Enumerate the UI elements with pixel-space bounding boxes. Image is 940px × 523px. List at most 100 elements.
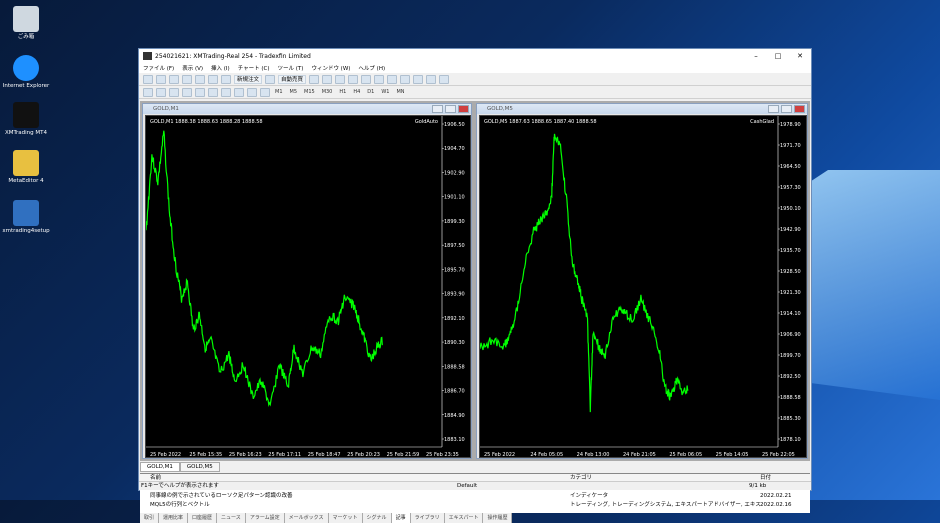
chart-minimize-button[interactable]: [432, 105, 443, 113]
price-tick-label: 1902.90: [444, 170, 465, 176]
terminal-tab-0[interactable]: 取引: [140, 513, 160, 523]
desktop-icon-metaeditor[interactable]: MetaEditor 4: [2, 150, 50, 185]
menu-help[interactable]: ヘルプ (H): [358, 64, 385, 72]
tf-mn[interactable]: MN: [394, 89, 406, 95]
menu-insert[interactable]: 挿入 (I): [211, 64, 230, 72]
zoom-out-icon[interactable]: [361, 74, 372, 84]
crosshair-icon[interactable]: [156, 87, 166, 97]
chart-tab-m5[interactable]: GOLD,M5: [179, 462, 220, 472]
price-chart-m5[interactable]: GOLD,M5 1887.63 1888.65 1887.40 1888.58 C…: [479, 115, 807, 458]
market-watch-icon[interactable]: [169, 74, 179, 84]
price-tick-label: 1899.70: [780, 353, 801, 359]
chart-close-button[interactable]: [458, 105, 469, 113]
tf-w1[interactable]: W1: [379, 89, 391, 95]
cursor-icon[interactable]: [143, 87, 153, 97]
terminal-tab-5[interactable]: メールボックス: [285, 513, 329, 523]
terminal-tab-7[interactable]: シグナル: [363, 513, 392, 523]
metaeditor-icon: [13, 150, 39, 176]
price-tick-label: 1957.30: [780, 185, 801, 191]
price-tick-label: 1904.70: [444, 146, 465, 152]
price-tick-label: 1921.30: [780, 290, 801, 296]
tf-h1[interactable]: H1: [337, 89, 348, 95]
main-toolbar: 新規注文 自動売買: [139, 73, 811, 86]
menu-charts[interactable]: チャート (C): [238, 64, 270, 72]
profiles-icon[interactable]: [156, 74, 166, 84]
menu-view[interactable]: 表示 (V): [182, 64, 203, 72]
editor-icon[interactable]: [265, 74, 276, 84]
terminal-tab-11[interactable]: 操作履歴: [483, 513, 513, 523]
desktop-icon-recycle-bin[interactable]: ごみ箱: [2, 6, 50, 41]
chart-info: GOLD,M5 1887.63 1888.65 1887.40 1888.58: [484, 119, 597, 125]
terminal-tab-9[interactable]: ライブラリ: [411, 513, 445, 523]
new-order-button[interactable]: 新規注文: [234, 74, 263, 84]
line-chart-icon[interactable]: [335, 74, 346, 84]
tf-d1[interactable]: D1: [365, 89, 376, 95]
channel-icon[interactable]: [208, 87, 218, 97]
tester-icon[interactable]: [221, 74, 231, 84]
candle-chart-icon[interactable]: [322, 74, 333, 84]
menu-window[interactable]: ウィンドウ (W): [311, 64, 350, 72]
fibonacci-icon[interactable]: [221, 87, 231, 97]
chart-maximize-button[interactable]: [445, 105, 456, 113]
new-chart-icon[interactable]: [143, 74, 153, 84]
chart-maximize-button[interactable]: [781, 105, 792, 113]
tf-m15[interactable]: M15: [302, 89, 317, 95]
tf-h4[interactable]: H4: [351, 89, 362, 95]
horizontal-line-icon[interactable]: [182, 87, 192, 97]
price-series-line: [480, 133, 689, 413]
chart-tab-m1[interactable]: GOLD,M1: [140, 462, 180, 472]
navigator-icon[interactable]: [195, 74, 205, 84]
desktop-icon-mt4[interactable]: XMTrading MT4: [2, 102, 50, 137]
time-tick-label: 25 Feb 2022: [484, 452, 515, 458]
templates-icon[interactable]: [439, 74, 450, 84]
terminal-tab-8[interactable]: 記事: [391, 513, 411, 523]
text-icon[interactable]: [234, 87, 244, 97]
trendline-icon[interactable]: [195, 87, 205, 97]
periods-icon[interactable]: [426, 74, 437, 84]
mt4-window: 254021621: XMTrading-Real 254 - Tradexfi…: [138, 48, 812, 523]
tf-m1[interactable]: M1: [273, 89, 285, 95]
price-tick-label: 1883.10: [444, 437, 465, 443]
menu-tools[interactable]: ツール (T): [278, 64, 304, 72]
price-tick-label: 1886.70: [444, 389, 465, 395]
terminal-tab-2[interactable]: 口座履歴: [188, 513, 218, 523]
terminal-tab-10[interactable]: エキスパート: [445, 513, 484, 523]
terminal-tab-1[interactable]: 運用比率: [159, 513, 189, 523]
desktop-icon-setup[interactable]: xmtrading4setup: [2, 200, 50, 235]
label-icon[interactable]: [247, 87, 257, 97]
terminal-tab-6[interactable]: マーケット: [329, 513, 363, 523]
terminal-tab-4[interactable]: アラーム設定: [246, 513, 285, 523]
tf-m30[interactable]: M30: [320, 89, 335, 95]
price-series-line: [146, 130, 383, 408]
terminal-tabs: 取引 運用比率 口座履歴 ニュース アラーム設定 メールボックス マーケット シグナル 記事 ライ…: [140, 513, 513, 523]
terminal-icon[interactable]: [208, 74, 218, 84]
time-tick-label: 25 Feb 16:23: [229, 452, 262, 458]
menu-file[interactable]: ファイル (F): [143, 64, 174, 72]
chart-minimize-button[interactable]: [768, 105, 779, 113]
autoscroll-icon[interactable]: [387, 74, 398, 84]
price-tick-label: 1892.50: [780, 374, 801, 380]
terminal-tab-3[interactable]: ニュース: [217, 513, 246, 523]
minimize-button[interactable]: –: [745, 52, 767, 60]
table-row[interactable]: MQL5の行列とベクトル トレーディング, トレーディングシステム, エキスパート…: [140, 501, 810, 510]
chart-shift-icon[interactable]: [400, 74, 411, 84]
drawing-toolbar: M1 M5 M15 M30 H1 H4 D1 W1 MN: [139, 86, 811, 99]
vertical-line-icon[interactable]: [169, 87, 179, 97]
time-tick-label: 24 Feb 21:05: [623, 452, 656, 458]
arrows-icon[interactable]: [260, 87, 270, 97]
tile-icon[interactable]: [374, 74, 385, 84]
indicators-icon[interactable]: [413, 74, 424, 84]
tf-m5[interactable]: M5: [288, 89, 300, 95]
price-chart-m1[interactable]: GOLD,M1 1888.38 1888.63 1888.28 1888.58 G…: [145, 115, 471, 458]
bar-chart-icon[interactable]: [309, 74, 320, 84]
zoom-in-icon[interactable]: [348, 74, 359, 84]
close-button[interactable]: ✕: [789, 52, 811, 60]
chart-window-m5: GOLD,M5 GOLD,M5 1887.63 1888.65 1887.40 …: [476, 103, 808, 459]
maximize-button[interactable]: □: [767, 52, 789, 60]
data-window-icon[interactable]: [182, 74, 192, 84]
price-tick-label: 1885.30: [780, 416, 801, 422]
chart-close-button[interactable]: [794, 105, 805, 113]
auto-trading-button[interactable]: 自動売買: [278, 74, 307, 84]
desktop-icon-ie[interactable]: Internet Explorer: [2, 55, 50, 90]
status-help: F1キーでヘルプが表示されます: [141, 483, 219, 489]
